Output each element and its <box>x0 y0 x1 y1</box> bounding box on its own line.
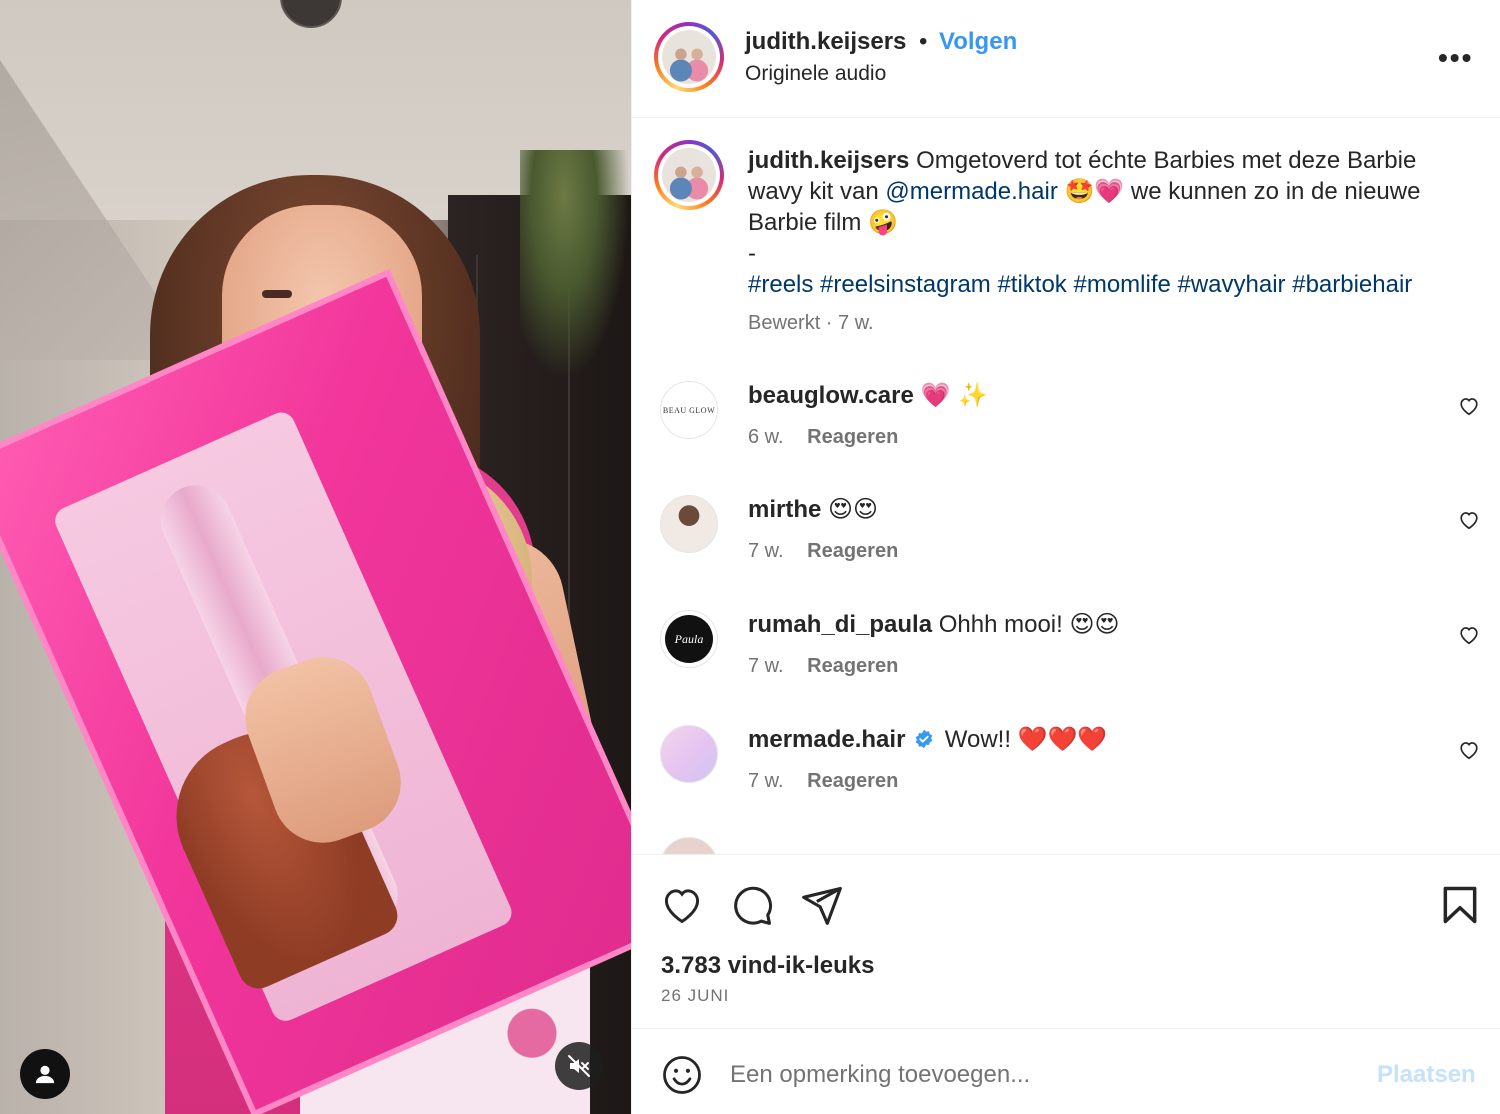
like-count[interactable]: 3.783 vind-ik-leuks <box>661 952 874 980</box>
comment-item: mirthe 😍😍 7 w. Reageren <box>632 495 1500 595</box>
comment-time: 7 w. <box>748 655 784 677</box>
bookmark-icon[interactable] <box>1438 883 1482 927</box>
comment-time: 7 w. <box>748 540 784 562</box>
comment-item-partial <box>632 837 1500 854</box>
comment-input[interactable] <box>730 1053 1350 1097</box>
comment-text: Ohhh mooi! <box>938 611 1063 638</box>
author-username[interactable]: judith.keijsers <box>745 28 906 56</box>
comment-item: mermade.hair Wow!! ❤️❤️❤️ 7 w. Reageren <box>632 725 1500 825</box>
reply-button[interactable]: Reageren <box>807 540 898 562</box>
commenter-username[interactable]: rumah_di_paula <box>748 611 932 638</box>
reply-button[interactable]: Reageren <box>807 426 898 448</box>
tagged-users-button[interactable] <box>20 1049 70 1099</box>
commenter-username[interactable]: mermade.hair <box>748 726 905 753</box>
follow-button[interactable]: Volgen <box>939 28 1017 56</box>
comments-scroll-area[interactable]: judith.keijsers Omgetoverd tot échte Bar… <box>632 119 1500 854</box>
share-icon[interactable] <box>800 883 844 927</box>
reply-button[interactable]: Reageren <box>807 770 898 792</box>
user-icon <box>35 1065 55 1084</box>
separator-dot: • <box>919 28 928 55</box>
comment-icon[interactable] <box>730 883 774 927</box>
heart-icon[interactable] <box>1458 395 1480 417</box>
post-panel: judith.keijsers • Volgen Originele audio… <box>631 0 1500 1114</box>
commenter-avatar[interactable] <box>660 837 718 854</box>
mute-toggle-button[interactable] <box>555 1042 603 1090</box>
audio-label[interactable]: Originele audio <box>745 62 886 86</box>
comment-item: Paula rumah_di_paula Ohhh mooi! 😍😍 7 w. … <box>632 610 1500 710</box>
heart-icon[interactable] <box>1458 739 1480 761</box>
commenter-avatar[interactable] <box>660 725 718 783</box>
caption-username[interactable]: judith.keijsers <box>748 147 909 174</box>
heart-icon[interactable] <box>1458 509 1480 531</box>
commenter-username[interactable]: mirthe <box>748 496 821 523</box>
commenter-avatar[interactable]: BEAU GLOW <box>660 381 718 439</box>
commenter-avatar[interactable] <box>660 495 718 553</box>
add-comment-bar: Plaatsen <box>632 1028 1500 1114</box>
smiley-icon[interactable] <box>661 1054 703 1096</box>
caption-text: judith.keijsers Omgetoverd tot échte Bar… <box>748 147 1421 298</box>
post-header: judith.keijsers • Volgen Originele audio… <box>632 0 1500 118</box>
caption-avatar[interactable] <box>654 140 724 210</box>
muted-speaker-icon <box>568 1055 590 1077</box>
author-avatar[interactable] <box>654 22 724 92</box>
comment-time: 7 w. <box>748 770 784 792</box>
comment-text: Wow!! <box>944 726 1011 753</box>
reply-button[interactable]: Reageren <box>807 655 898 677</box>
commenter-avatar[interactable]: Paula <box>660 610 718 668</box>
hanging-plant <box>520 150 630 380</box>
post-date: 26 JUNI <box>661 986 730 1005</box>
more-icon[interactable]: ••• <box>1438 42 1473 74</box>
mention-link[interactable]: @mermade.hair <box>885 178 1057 205</box>
commenter-username[interactable]: beauglow.care <box>748 382 914 409</box>
heart-icon[interactable] <box>660 883 704 927</box>
post-actions: 3.783 vind-ik-leuks 26 JUNI <box>632 854 1500 1028</box>
caption-meta: Bewerkt · 7 w. <box>748 312 874 334</box>
comment-item: BEAU GLOW beauglow.care 💗 ✨ 6 w. Reagere… <box>632 381 1500 481</box>
comment-time: 6 w. <box>748 426 784 448</box>
reel-video[interactable] <box>0 0 631 1114</box>
hashtags[interactable]: #reels #reelsinstagram #tiktok #momlife … <box>748 271 1412 298</box>
heart-icon[interactable] <box>1458 624 1480 646</box>
verified-icon <box>915 729 933 749</box>
post-comment-button[interactable]: Plaatsen <box>1377 1061 1476 1089</box>
